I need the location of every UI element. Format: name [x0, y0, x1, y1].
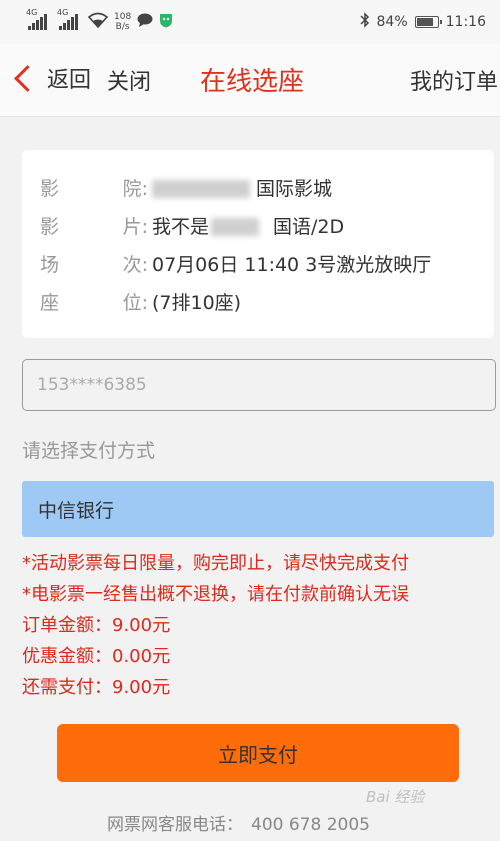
speed-value: 108: [114, 12, 132, 22]
close-button[interactable]: 关闭: [107, 64, 151, 96]
seat-row: 座位: (7排10座): [40, 282, 494, 320]
back-label: 返回: [47, 68, 92, 93]
bank-option-citic[interactable]: 中信银行: [22, 481, 494, 537]
service-number: 400 678 2005: [251, 815, 370, 835]
signal-icon-2: 4G: [57, 8, 78, 30]
nav-bar: 返回 关闭 在线选座 我的订单: [0, 44, 500, 117]
status-bar: 4G 4G 108 B/s 84% 11:16: [0, 0, 500, 44]
notice-limited: *活动影票每日限量，购完即止，请尽快完成支付: [22, 553, 409, 574]
battery-percent: 84%: [376, 14, 408, 30]
network-type-label-2: 4G: [57, 8, 69, 17]
page-title: 在线选座: [200, 67, 305, 97]
pay-now-button[interactable]: 立即支付: [57, 724, 459, 782]
my-orders-link[interactable]: 我的订单: [410, 64, 498, 96]
session-value: 07月06日 11:40 3号激光放映厅: [152, 253, 432, 276]
wifi-icon: [87, 12, 109, 32]
battery-icon: [414, 16, 442, 28]
film-row: 影片: 我不是 国语/2D: [40, 206, 494, 244]
cinema-value: 国际影城: [152, 174, 332, 201]
order-amount: 订单金额：9.00元: [22, 615, 171, 636]
chat-icon: [137, 13, 153, 31]
order-info-card: 影院: 国际影城 影片: 我不是 国语/2D 场次: 07月06日 11:40 3…: [22, 150, 494, 338]
film-label: 影片:: [40, 215, 148, 238]
redacted-blur: [152, 180, 250, 198]
watermark-logo: Bai 经验: [366, 788, 425, 806]
network-speed: 108 B/s: [114, 12, 131, 32]
speed-unit: B/s: [115, 22, 130, 32]
seat-value: (7排10座): [152, 291, 242, 314]
chevron-left-icon: [14, 64, 41, 92]
signal-icon: 4G: [26, 8, 47, 30]
session-label: 场次:: [40, 253, 148, 276]
cinema-row: 影院: 国际影城: [40, 168, 494, 206]
payment-method-label: 请选择支付方式: [22, 440, 156, 462]
service-hotline: 网票网客服电话： 400 678 2005: [107, 810, 370, 835]
cinema-label: 影院:: [40, 177, 148, 200]
notice-no-refund: *电影票一经售出概不退换，请在付款前确认无误: [22, 584, 409, 605]
film-value: 我不是 国语/2D: [152, 215, 345, 238]
service-label: 网票网客服电话：: [107, 815, 243, 835]
seat-label: 座位:: [40, 291, 148, 314]
amount-due: 还需支付：9.00元: [22, 677, 171, 698]
app-shield-icon: [159, 13, 173, 32]
discount-amount: 优惠金额：0.00元: [22, 646, 171, 667]
network-type-label: 4G: [26, 8, 38, 17]
redacted-blur: [211, 218, 260, 236]
back-button[interactable]: 返回: [10, 62, 91, 94]
bluetooth-icon: [359, 12, 370, 32]
order-notes: *活动影票每日限量，购完即止，请尽快完成支付 *电影票一经售出概不退换，请在付款…: [22, 548, 409, 703]
clock: 11:16: [445, 14, 486, 30]
session-row: 场次: 07月06日 11:40 3号激光放映厅: [40, 244, 494, 282]
phone-input[interactable]: [22, 359, 496, 411]
